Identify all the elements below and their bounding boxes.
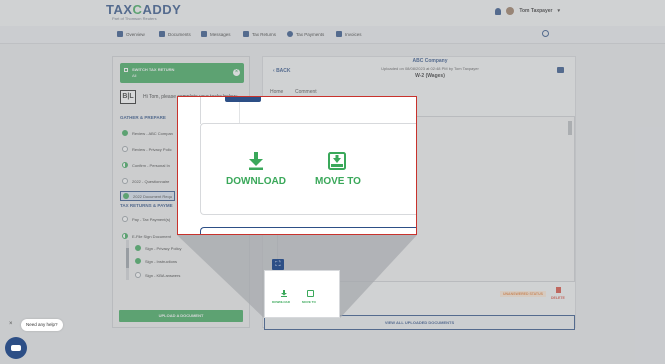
move-to-button[interactable]: MOVE TO (315, 176, 361, 187)
move-to-label-small[interactable]: MOVE TO (302, 300, 316, 304)
move-to-icon (307, 290, 314, 297)
tab-marker (225, 97, 261, 102)
chat-launcher-button[interactable] (5, 337, 27, 359)
magnified-actions: DOWNLOAD MOVE TO (177, 96, 417, 235)
action-preview: DOWNLOAD MOVE TO (264, 270, 340, 318)
expand-icon[interactable]: ⛶ (272, 259, 284, 270)
chat-prompt[interactable]: Need any help? (21, 319, 63, 331)
download-label-small[interactable]: DOWNLOAD (272, 300, 290, 304)
move-to-icon (328, 152, 346, 170)
download-button[interactable]: DOWNLOAD (226, 176, 286, 187)
download-icon (281, 290, 287, 297)
actions-panel (200, 123, 416, 215)
close-icon[interactable]: × (9, 321, 13, 327)
download-icon (249, 152, 263, 170)
